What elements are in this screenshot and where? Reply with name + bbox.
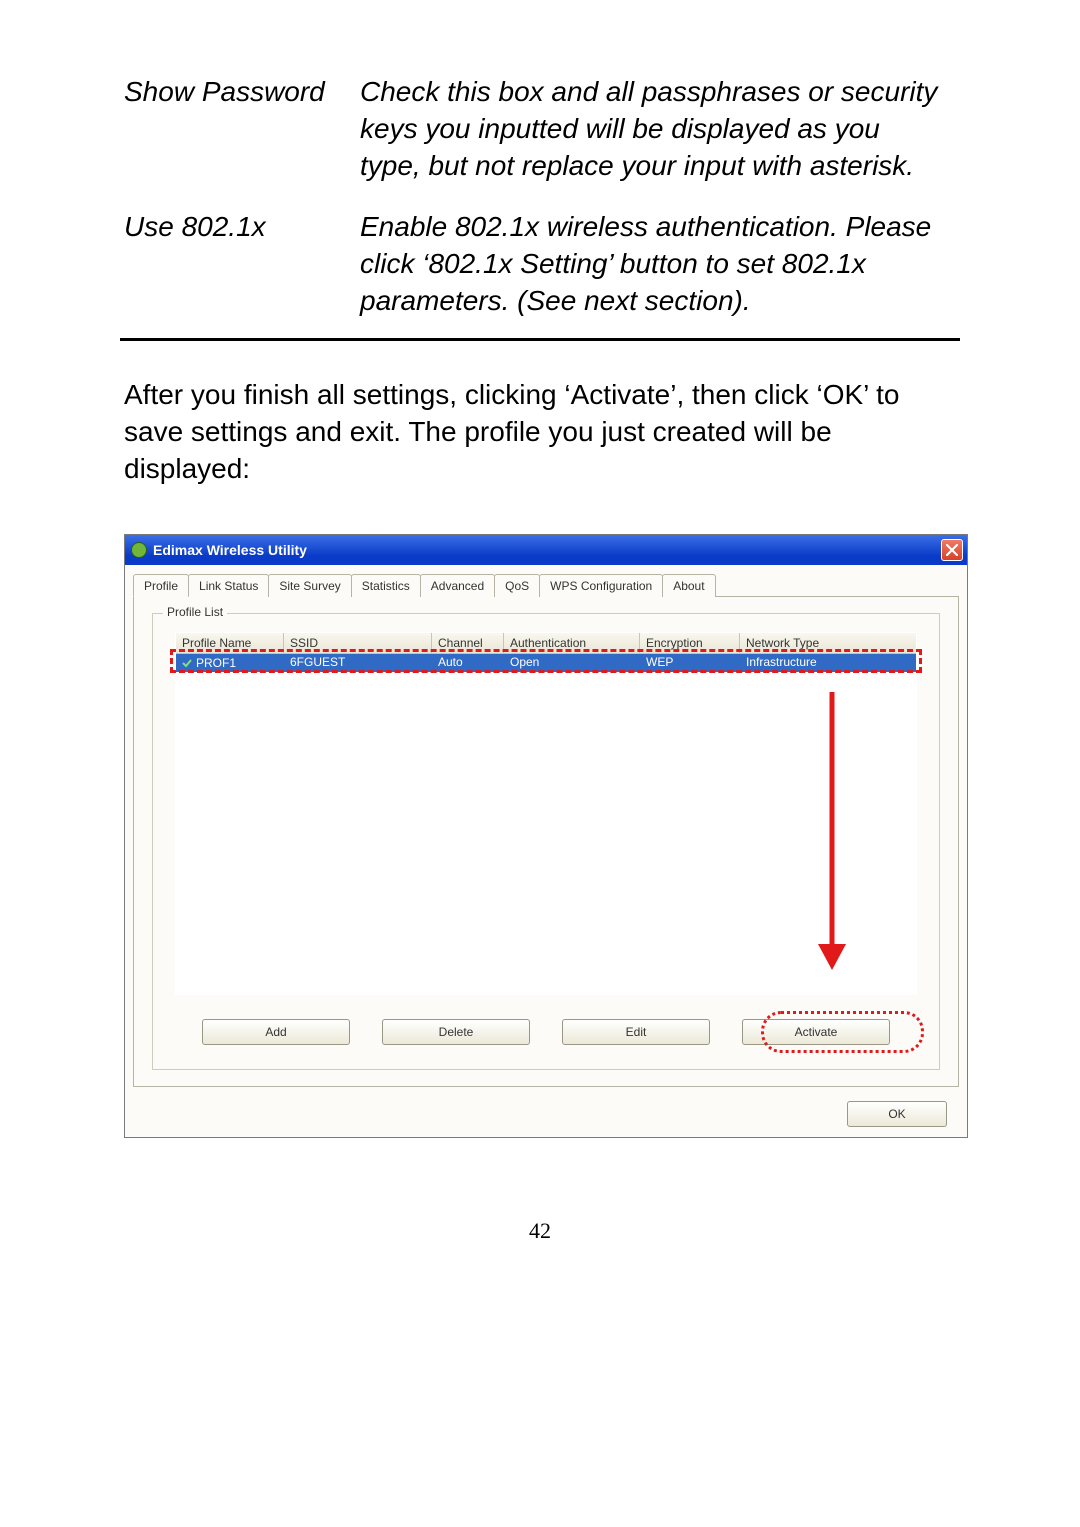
definition-row: Show Password Check this box and all pas… [120, 68, 960, 203]
tab-strip: Profile Link Status Site Survey Statisti… [133, 573, 959, 597]
tab-site-survey[interactable]: Site Survey [268, 574, 351, 597]
tab-about[interactable]: About [662, 574, 715, 597]
cell-channel: Auto [432, 654, 504, 672]
profile-list-groupbox: Profile List Profile Name SSID Channel A… [152, 613, 940, 1070]
app-icon [131, 542, 147, 558]
listview-header: Profile Name SSID Channel Authentication… [176, 633, 916, 654]
cell-ssid: 6FGUEST [284, 654, 432, 672]
profile-row[interactable]: PROF1 6FGUEST Auto Open WEP Infrastructu… [176, 654, 916, 672]
tab-link-status[interactable]: Link Status [188, 574, 269, 597]
cell-authentication: Open [504, 654, 640, 672]
definition-term: Use 802.1x [124, 209, 360, 320]
definitions-table: Show Password Check this box and all pas… [120, 68, 960, 341]
col-encryption[interactable]: Encryption [640, 633, 740, 654]
definition-description: Enable 802.1x wireless authentication. P… [360, 209, 956, 320]
cell-network-type: Infrastructure [740, 654, 916, 672]
col-network-type[interactable]: Network Type [740, 633, 916, 654]
cell-encryption: WEP [640, 654, 740, 672]
definition-description: Check this box and all passphrases or se… [360, 74, 956, 185]
cell-profile-name: PROF1 [176, 654, 284, 672]
definition-term: Show Password [124, 74, 360, 185]
close-button[interactable] [941, 539, 963, 561]
add-button[interactable]: Add [202, 1019, 350, 1045]
edit-button[interactable]: Edit [562, 1019, 710, 1045]
ok-button[interactable]: OK [847, 1101, 947, 1127]
annotation-arrow [828, 692, 836, 970]
col-ssid[interactable]: SSID [284, 633, 432, 654]
titlebar: Edimax Wireless Utility [125, 535, 967, 565]
definition-row: Use 802.1x Enable 802.1x wireless authen… [120, 203, 960, 338]
tab-wps-configuration[interactable]: WPS Configuration [539, 574, 663, 597]
window-title: Edimax Wireless Utility [153, 542, 307, 558]
tab-profile[interactable]: Profile [133, 574, 189, 597]
tab-advanced[interactable]: Advanced [420, 574, 495, 597]
body-paragraph: After you finish all settings, clicking … [124, 377, 956, 488]
check-icon [182, 658, 192, 668]
tab-statistics[interactable]: Statistics [351, 574, 421, 597]
activate-button[interactable]: Activate [742, 1019, 890, 1045]
col-profile-name[interactable]: Profile Name [176, 633, 284, 654]
page-number: 42 [120, 1218, 960, 1244]
col-authentication[interactable]: Authentication [504, 633, 640, 654]
col-channel[interactable]: Channel [432, 633, 504, 654]
close-icon [946, 544, 958, 556]
tab-qos[interactable]: QoS [494, 574, 540, 597]
app-window: Edimax Wireless Utility Profile Link Sta… [124, 534, 968, 1138]
delete-button[interactable]: Delete [382, 1019, 530, 1045]
groupbox-title: Profile List [163, 605, 227, 619]
profile-listview[interactable]: Profile Name SSID Channel Authentication… [175, 632, 917, 995]
